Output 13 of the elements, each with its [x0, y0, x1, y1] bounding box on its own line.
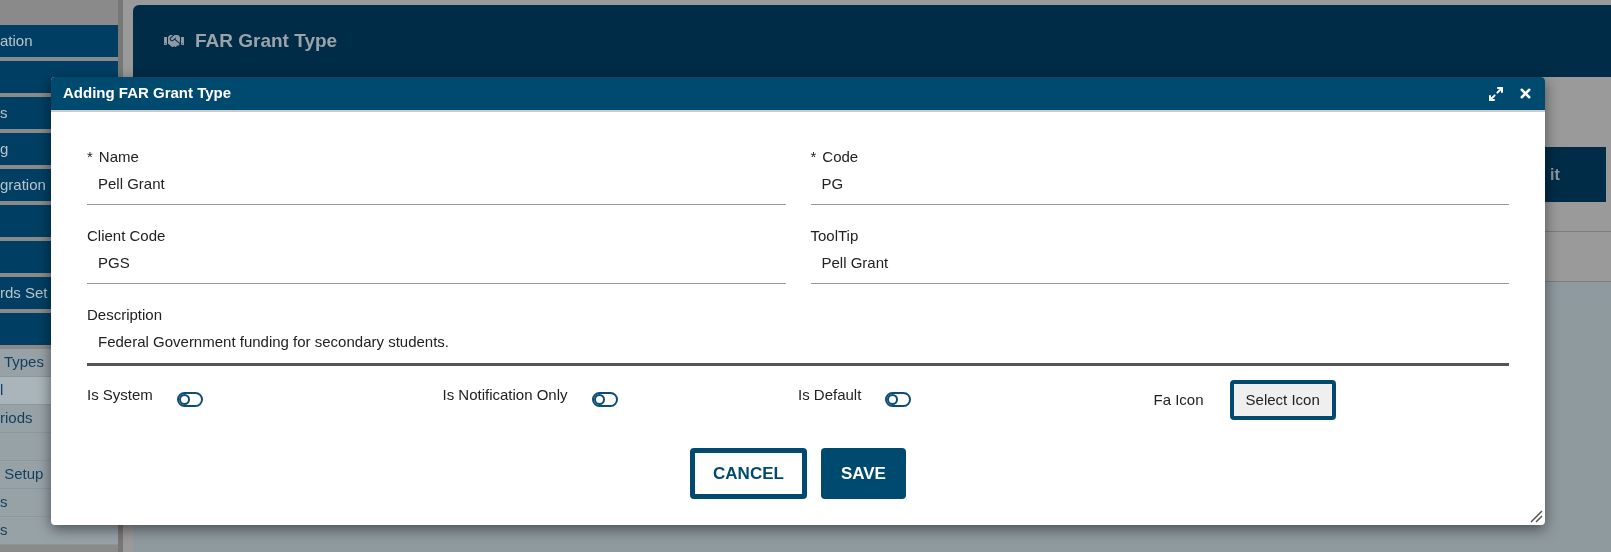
- field-label: Description: [87, 305, 164, 325]
- field-label: Code: [822, 147, 859, 167]
- dialog-title: Adding FAR Grant Type: [63, 83, 232, 104]
- page-title: FAR Grant Type: [195, 28, 338, 53]
- field-label: Name: [98, 147, 139, 167]
- required-mark: *: [87, 147, 93, 167]
- field-label: Client Code: [87, 226, 166, 246]
- icon-label: Fa Icon: [1153, 389, 1204, 410]
- toggle-label: Is Notification Only: [442, 385, 568, 405]
- toggle-label: Is System: [87, 385, 153, 405]
- required-mark: *: [810, 147, 817, 167]
- toggle-label: Is Default: [798, 385, 862, 405]
- field-label: ToolTip: [810, 226, 859, 246]
